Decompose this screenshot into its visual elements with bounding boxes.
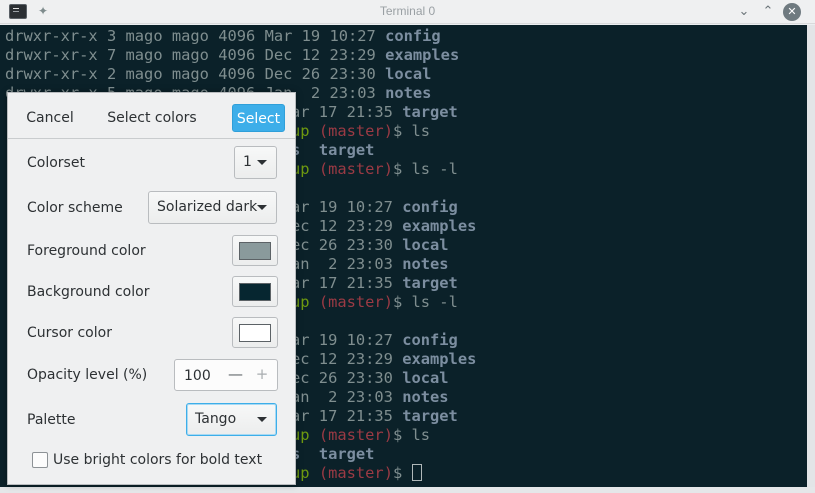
terminal-line: ec 12 23:29 examples bbox=[291, 217, 477, 235]
terminal-line: ec 12 23:29 examples bbox=[291, 350, 477, 368]
opacity-value[interactable]: 100 bbox=[184, 366, 211, 386]
color-scheme-dropdown[interactable]: Solarized dark bbox=[148, 191, 277, 224]
opacity-label: Opacity level (%) bbox=[27, 367, 148, 383]
terminal-prompt-line: up (master)$ ls bbox=[291, 426, 431, 444]
terminal-line: ar 19 10:27 config bbox=[291, 331, 458, 349]
terminal-line: ar 17 21:35 target bbox=[291, 407, 458, 425]
palette-dropdown[interactable]: Tango bbox=[186, 403, 277, 436]
background-color-swatch bbox=[239, 283, 271, 301]
cursor-color-label: Cursor color bbox=[27, 325, 112, 341]
terminal-line: ec 26 23:30 local bbox=[291, 236, 449, 254]
maximize-icon[interactable]: ⌃ bbox=[759, 3, 777, 21]
window-bottom-border bbox=[0, 487, 815, 493]
chevron-down-icon bbox=[257, 205, 267, 210]
cancel-button[interactable]: Cancel bbox=[13, 104, 87, 132]
terminal-prompt-line: up (master)$ ls -l bbox=[291, 293, 458, 311]
window-titlebar: ✦ Terminal 0 ⌄ ⌃ ✕ bbox=[0, 0, 815, 24]
plus-icon[interactable]: + bbox=[255, 364, 269, 384]
colorset-dropdown[interactable]: 1 bbox=[234, 146, 277, 179]
palette-value: Tango bbox=[195, 411, 237, 427]
color-scheme-value: Solarized dark bbox=[157, 199, 258, 215]
terminal-line: drwxr-xr-x 2 mago mago 4096 Dec 26 23:30… bbox=[5, 65, 432, 83]
background-color-label: Background color bbox=[27, 284, 150, 300]
terminal-line: drwxr-xr-x 7 mago mago 4096 Dec 12 23:29… bbox=[5, 46, 460, 64]
background-color-button[interactable] bbox=[232, 276, 278, 307]
chevron-down-icon bbox=[257, 417, 267, 422]
terminal-scrollbar[interactable] bbox=[807, 25, 815, 487]
terminal-line: an 2 23:03 notes bbox=[291, 388, 449, 406]
cursor-color-swatch bbox=[239, 324, 271, 342]
terminal-line: ar 19 10:27 config bbox=[291, 198, 458, 216]
terminal-line: s target bbox=[291, 141, 375, 159]
foreground-color-button[interactable] bbox=[232, 235, 278, 266]
cursor-color-button[interactable] bbox=[232, 317, 278, 348]
terminal-prompt-line: up (master)$ ls -l bbox=[291, 160, 458, 178]
terminal-line: ar 17 21:35 target bbox=[291, 274, 458, 292]
minimize-icon[interactable]: ⌄ bbox=[735, 3, 753, 21]
colorset-label: Colorset bbox=[27, 155, 85, 171]
bold-bright-label[interactable]: Use bright colors for bold text bbox=[53, 450, 262, 470]
palette-label: Palette bbox=[27, 412, 76, 428]
colorset-value: 1 bbox=[243, 154, 252, 170]
terminal-cursor bbox=[411, 464, 422, 481]
foreground-color-label: Foreground color bbox=[27, 243, 146, 259]
close-icon[interactable]: ✕ bbox=[783, 3, 801, 21]
opacity-spinbox[interactable]: 100 — + bbox=[174, 359, 278, 391]
chevron-down-icon bbox=[257, 160, 267, 165]
dialog-title: Select colors bbox=[107, 110, 197, 126]
terminal-prompt-line: up (master)$ bbox=[291, 464, 422, 483]
terminal-line: drwxr-xr-x 3 mago mago 4096 Mar 19 10:27… bbox=[5, 27, 441, 45]
terminal-line: s target bbox=[291, 445, 375, 463]
window-title: Terminal 0 bbox=[379, 4, 436, 18]
select-colors-dialog: Cancel Select colors Select Colorset 1 C… bbox=[7, 92, 296, 485]
terminal-line: ar 17 21:35 target bbox=[291, 103, 458, 121]
terminal-line: an 2 23:03 notes bbox=[291, 255, 449, 273]
terminal-prompt-line: up (master)$ ls bbox=[291, 122, 431, 140]
select-button[interactable]: Select bbox=[232, 104, 285, 132]
bold-bright-checkbox[interactable] bbox=[32, 452, 48, 468]
color-scheme-label: Color scheme bbox=[27, 200, 123, 216]
foreground-color-swatch bbox=[239, 242, 271, 260]
minus-icon[interactable]: — bbox=[228, 364, 243, 384]
terminal-line: ec 26 23:30 local bbox=[291, 369, 449, 387]
dialog-header: Cancel Select colors Select bbox=[8, 93, 295, 139]
